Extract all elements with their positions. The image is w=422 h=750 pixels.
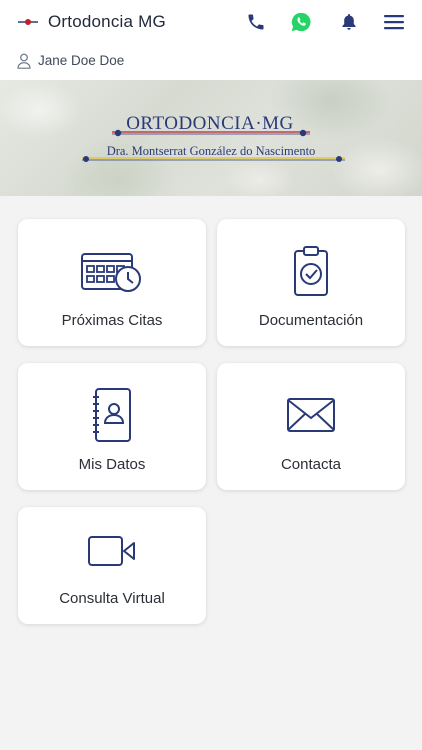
tile-proximas-citas[interactable]: Próximas Citas (18, 219, 206, 346)
clinic-banner: ORTODONCIA·MG Dra. Montserrat González d… (0, 80, 422, 196)
menu-icon[interactable] (382, 10, 406, 34)
tile-consulta-virtual[interactable]: Consulta Virtual (18, 507, 206, 624)
tile-label: Mis Datos (78, 456, 146, 473)
tile-label: Contacta (280, 456, 342, 473)
bell-icon[interactable] (337, 10, 361, 34)
doctor-name: Dra. Montserrat González do Nascimento (107, 144, 316, 158)
phone-icon[interactable] (244, 10, 268, 34)
contacts-book-icon (93, 388, 131, 442)
whatsapp-icon[interactable] (289, 10, 313, 34)
clipboard-check-icon (294, 246, 328, 296)
brand-name: ORTODONCIA·MG (126, 113, 294, 134)
user-bar: Jane Doe Doe (0, 44, 422, 80)
tile-label: Consulta Virtual (59, 590, 165, 607)
tile-label: Documentación (258, 312, 364, 329)
app-title: Ortodoncia MG (48, 12, 166, 31)
video-camera-icon (88, 536, 135, 566)
app-logo (17, 13, 39, 31)
tile-label: Próximas Citas (61, 312, 163, 329)
tile-mis-datos[interactable]: Mis Datos (18, 363, 206, 490)
user-icon (17, 53, 31, 69)
clinic-logo: ORTODONCIA·MG Dra. Montserrat González d… (82, 113, 345, 162)
tile-documentacion[interactable]: Documentación (217, 219, 405, 346)
user-name: Jane Doe Doe (38, 53, 125, 68)
calendar-clock-icon (81, 253, 141, 292)
envelope-icon (287, 398, 335, 432)
top-bar: Ortodoncia MG (0, 0, 422, 44)
tile-contacta[interactable]: Contacta (217, 363, 405, 490)
